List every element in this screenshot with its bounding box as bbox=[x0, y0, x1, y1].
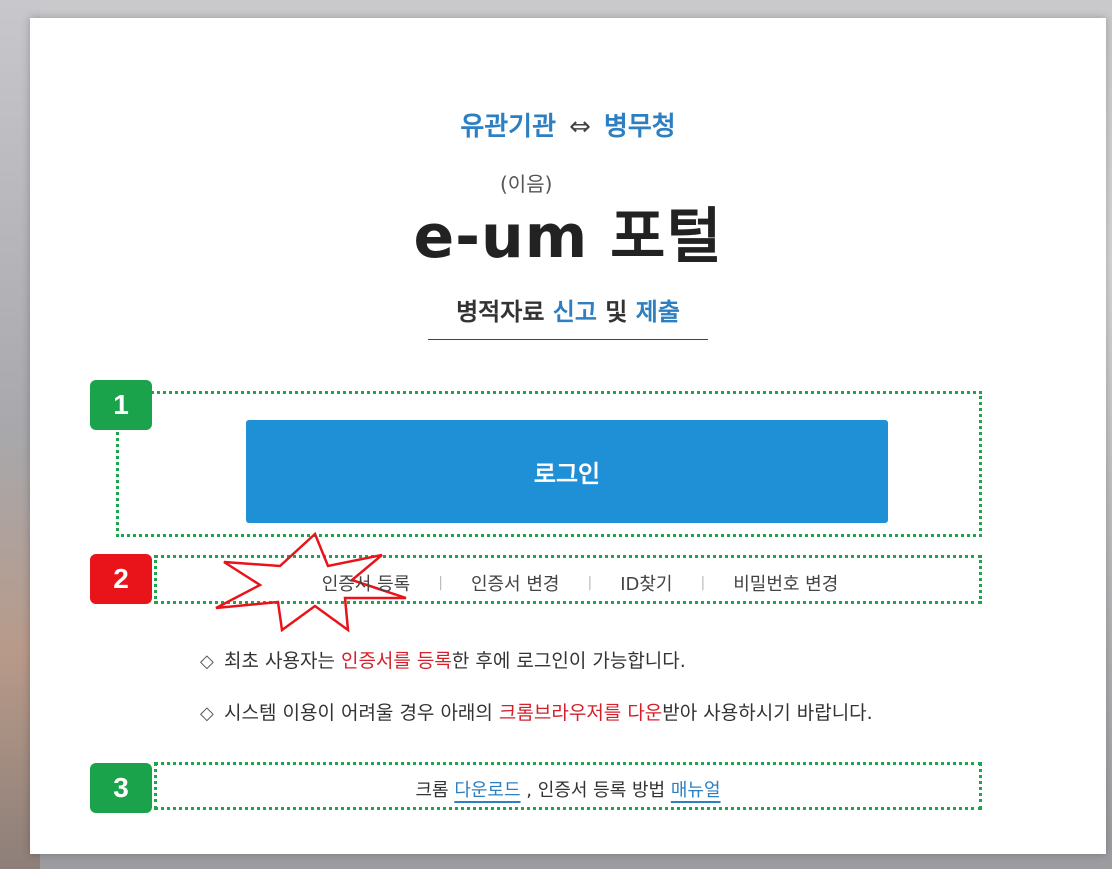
notice-first-user: ◇ 최초 사용자는 인증서를 등록한 후에 로그인이 가능합니다. bbox=[200, 646, 686, 673]
annotation-marker-1: 1 bbox=[90, 380, 152, 430]
notice-highlight: 인증서를 등록 bbox=[340, 650, 452, 672]
notice-text: 받아 사용하시기 바랍니다. bbox=[662, 702, 873, 724]
org-heading: 유관기관 ⇔ 병무청 bbox=[30, 106, 1106, 143]
notice-text: 시스템 이용이 어려울 경우 아래의 bbox=[224, 702, 499, 724]
notice-text: 한 후에 로그인이 가능합니다. bbox=[451, 650, 686, 672]
notice-highlight: 크롬브라우저를 다운 bbox=[498, 702, 663, 724]
chrome-download-link[interactable]: 다운로드 bbox=[454, 780, 520, 801]
tagline-text: 병적자료 bbox=[456, 298, 545, 326]
double-arrow-icon: ⇔ bbox=[569, 112, 591, 142]
manual-link[interactable]: 매뉴얼 bbox=[671, 780, 721, 801]
org-left: 유관기관 bbox=[460, 112, 556, 142]
tagline-highlight: 제출 bbox=[635, 298, 680, 326]
link-change-certificate[interactable]: 인증서 변경 bbox=[443, 570, 588, 596]
link-register-certificate[interactable]: 인증서 등록 bbox=[294, 570, 439, 596]
tagline-text: 및 bbox=[605, 298, 628, 326]
diamond-bullet-icon: ◇ bbox=[200, 703, 214, 724]
account-links: 인증서 등록 | 인증서 변경 | ID찾기 | 비밀번호 변경 bbox=[180, 568, 980, 598]
login-button[interactable]: 로그인 bbox=[246, 420, 888, 523]
notice-text: 최초 사용자는 bbox=[224, 650, 341, 672]
link-change-password[interactable]: 비밀번호 변경 bbox=[705, 570, 866, 596]
tagline: 병적자료 신고 및 제출 bbox=[428, 292, 708, 340]
page-title: e-um 포털 bbox=[413, 202, 723, 272]
tagline-highlight: 신고 bbox=[552, 298, 597, 326]
download-links: 크롬 다운로드 , 인증서 등록 방법 매뉴얼 bbox=[30, 776, 1106, 802]
org-right: 병무청 bbox=[603, 112, 676, 142]
chrome-label: 크롬 bbox=[415, 780, 449, 801]
diamond-bullet-icon: ◇ bbox=[200, 651, 214, 672]
link-find-id[interactable]: ID찾기 bbox=[592, 570, 700, 596]
notice-chrome: ◇ 시스템 이용이 어려울 경우 아래의 크롬브라우저를 다운받아 사용하시기 바… bbox=[200, 698, 873, 725]
login-card: 유관기관 ⇔ 병무청 (이음) e-um 포털 병적자료 신고 및 제출 1 로… bbox=[30, 18, 1106, 854]
manual-label: , 인증서 등록 방법 bbox=[526, 780, 666, 801]
annotation-marker-2: 2 bbox=[90, 554, 152, 604]
